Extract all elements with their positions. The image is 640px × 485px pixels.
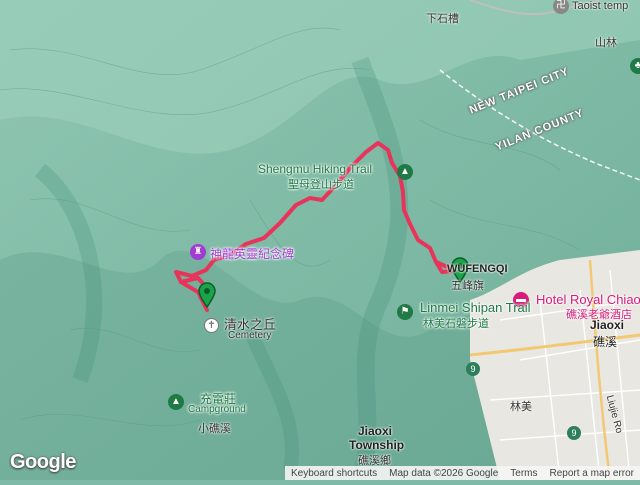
- cemetery-icon[interactable]: ✝: [204, 318, 219, 333]
- xiao-jiaoxi-label: 小礁溪: [198, 423, 231, 435]
- wufengqi-zh-label: 五峰旗: [451, 280, 484, 292]
- route-9b-shield-icon: 9: [466, 362, 480, 376]
- attribution-bar: Keyboard shortcuts Map data ©2026 Google…: [284, 466, 640, 480]
- jiaoxi-zh-label: 礁溪: [593, 335, 618, 349]
- xia-shi-cao-label: 下石槽: [426, 13, 459, 25]
- route-9-shield-icon: 9: [567, 426, 581, 440]
- jiaoxi-label: Jiaoxi: [590, 318, 625, 332]
- linmei-trail-icon[interactable]: ⚑: [397, 304, 413, 320]
- jiaoxi-township-label-2: Township: [349, 438, 405, 452]
- report-error-link[interactable]: Report a map error: [550, 468, 634, 479]
- hiking-icon[interactable]: ▲: [397, 164, 413, 180]
- taoist-temple-label[interactable]: Taoist temp: [572, 0, 628, 12]
- shengmu-trail-label[interactable]: Shengmu Hiking Trail: [258, 162, 372, 176]
- jiaoxi-township-label: Jiaoxi: [358, 424, 393, 438]
- shengmu-trail-zh-label[interactable]: 聖母登山步道: [288, 176, 354, 192]
- hotel-label[interactable]: Hotel Royal Chiao: [536, 292, 640, 307]
- memorial-icon[interactable]: ♜: [190, 244, 206, 260]
- linmei-trail-label[interactable]: Linmei Shipan Trail: [420, 300, 531, 315]
- google-logo: Google: [10, 451, 76, 473]
- map-data-text: Map data ©2026 Google: [389, 467, 499, 479]
- campground-icon[interactable]: ▲: [168, 394, 184, 410]
- campground-label[interactable]: Campground: [188, 404, 246, 415]
- terrain-map[interactable]: [0, 0, 640, 483]
- cemetery-label[interactable]: Cemetery: [228, 330, 271, 341]
- start-pin-icon[interactable]: [198, 282, 216, 313]
- terms-link[interactable]: Terms: [510, 468, 537, 479]
- park-icon[interactable]: ♣: [630, 58, 640, 74]
- wufengqi-label: WUFENGQI: [447, 263, 508, 275]
- lin-mei-label: 林美: [510, 401, 532, 413]
- keyboard-shortcuts-link[interactable]: Keyboard shortcuts: [291, 468, 377, 479]
- shan-lin-label: 山林: [595, 37, 617, 49]
- map-canvas: [0, 0, 640, 483]
- linmei-trail-zh-label[interactable]: 林美石磐步道: [423, 315, 489, 331]
- memorial-label[interactable]: 神龍英靈紀念碑: [210, 245, 294, 262]
